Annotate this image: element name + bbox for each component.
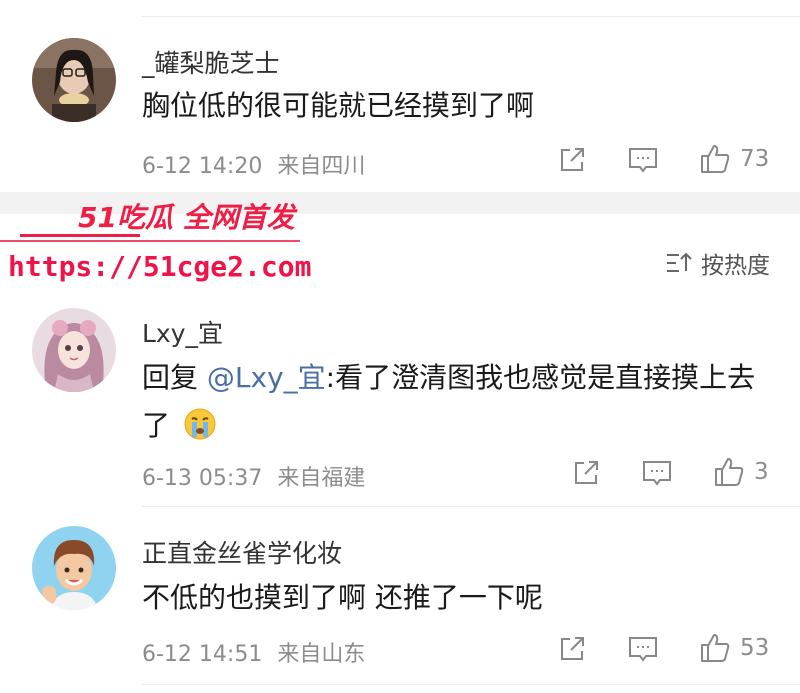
watermark-url: https://51cge2.com [8, 250, 312, 283]
comment-text: 胸位低的很可能就已经摸到了啊 [142, 89, 535, 122]
thumbs-up-icon [701, 634, 730, 662]
comment-meta: 6-12 14:51 来自山东 [142, 636, 365, 668]
avatar[interactable] [32, 308, 116, 392]
comment-text: 回复 @Lxy_宜:看了澄清图我也感觉是直接摸上去了 [142, 354, 760, 456]
sort-toggle[interactable]: 按热度 [665, 246, 770, 280]
comment-divider [142, 506, 800, 507]
share-button[interactable] [556, 144, 588, 176]
comment-divider [142, 684, 800, 685]
comment-meta: 6-12 14:20 来自四川 [142, 148, 365, 180]
location: 来自福建 [277, 466, 366, 491]
comment-icon [629, 637, 657, 662]
sort-icon [667, 252, 692, 272]
watermark: 51吃瓜 全网首发 https://51cge2.com [0, 192, 312, 292]
comment-meta: 6-13 05:37 来自福建 [142, 460, 365, 492]
comment-icon [629, 148, 657, 173]
comment-text: 不低的也摸到了啊 还推了一下呢 [142, 581, 543, 614]
share-button[interactable] [570, 457, 602, 489]
comment-icon [643, 461, 671, 486]
location: 来自四川 [277, 154, 366, 179]
username[interactable]: _罐梨脆芝士 [142, 44, 280, 80]
thumbs-up-icon [701, 145, 730, 173]
like-button[interactable]: 73 [698, 142, 769, 176]
share-icon [575, 461, 598, 484]
like-button[interactable]: 53 [698, 631, 769, 665]
share-icon [561, 637, 584, 660]
share-icon [561, 148, 584, 171]
like-count: 73 [740, 146, 770, 172]
thumbs-up-icon [715, 458, 744, 486]
top-divider [142, 16, 800, 17]
like-button[interactable]: 3 [712, 455, 769, 489]
timestamp: 6-13 05:37 [142, 466, 263, 491]
watermark-brand: 51吃瓜 全网首发 [78, 201, 295, 234]
mention-link[interactable]: @Lxy_宜 [207, 361, 326, 394]
avatar[interactable] [32, 38, 116, 122]
timestamp: 6-12 14:51 [142, 642, 263, 667]
watermark-line [0, 240, 300, 242]
avatar[interactable] [32, 526, 116, 610]
like-count: 53 [740, 635, 770, 661]
comment-button[interactable] [626, 633, 660, 665]
comment-button[interactable] [626, 144, 660, 176]
username[interactable]: 正直金丝雀学化妆 [142, 534, 342, 570]
like-count: 3 [754, 459, 769, 485]
reply-prefix: 回复 [142, 361, 207, 394]
timestamp: 6-12 14:20 [142, 154, 263, 179]
comment-button[interactable] [640, 457, 674, 489]
crying-face-icon [183, 407, 217, 456]
location: 来自山东 [277, 642, 366, 667]
sort-label: 按热度 [701, 253, 770, 279]
share-button[interactable] [556, 633, 588, 665]
username[interactable]: Lxy_宜 [142, 314, 223, 350]
